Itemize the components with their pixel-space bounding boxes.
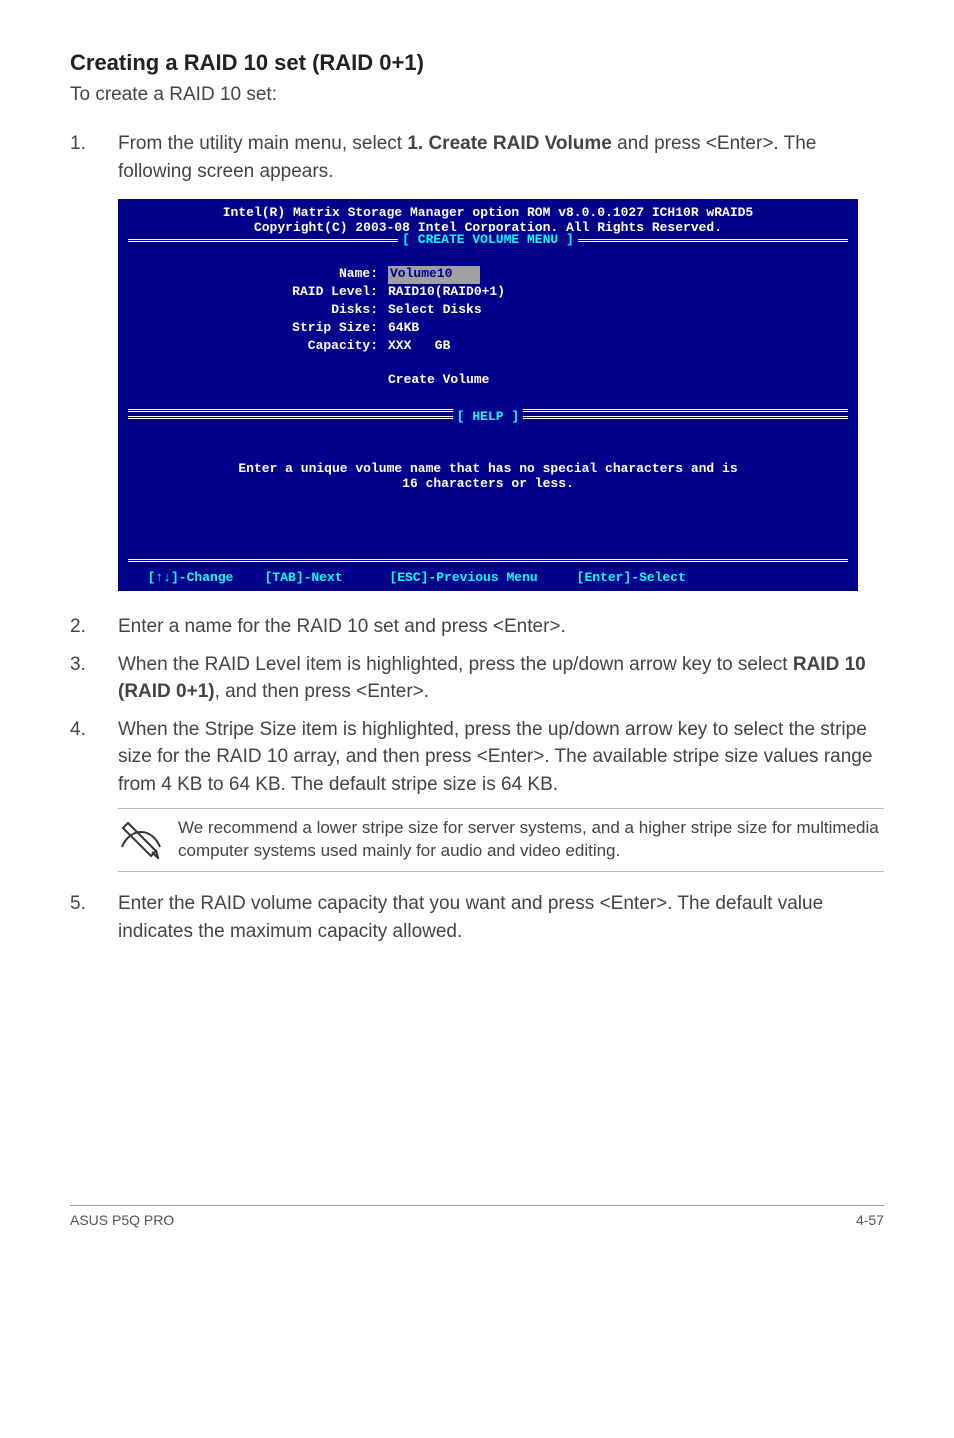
bios-help-panel: [ HELP ] Enter a unique volume name that…: [128, 416, 848, 562]
step-text: Enter a name for the RAID 10 set and pre…: [118, 613, 884, 641]
bios-help-title: [ HELP ]: [453, 409, 523, 424]
bios-create-volume-panel: [ CREATE VOLUME MENU ] Name: Volume10 RA…: [128, 239, 848, 412]
step-number: 2.: [70, 613, 118, 641]
step-text: When the RAID Level item is highlighted,…: [118, 654, 793, 675]
field-value-strip-size: 64KB: [388, 320, 419, 338]
step-text: Enter the RAID volume capacity that you …: [118, 890, 884, 945]
section-intro: To create a RAID 10 set:: [70, 84, 884, 106]
step-text: When the Stripe Size item is highlighted…: [118, 716, 884, 799]
note-block: We recommend a lower stripe size for ser…: [118, 808, 884, 872]
section-title: Creating a RAID 10 set (RAID 0+1): [70, 50, 884, 76]
bios-panel-title: [ CREATE VOLUME MENU ]: [398, 232, 578, 247]
step-4: 4. When the Stripe Size item is highligh…: [70, 716, 884, 799]
step-text: From the utility main menu, select: [118, 133, 407, 154]
step-number: 4.: [70, 716, 118, 799]
footer-left: ASUS P5Q PRO: [70, 1212, 174, 1228]
field-value-capacity: XXX GB: [388, 338, 450, 356]
field-value-disks: Select Disks: [388, 302, 482, 320]
step-1: 1. From the utility main menu, select 1.…: [70, 130, 884, 185]
note-text: We recommend a lower stripe size for ser…: [178, 817, 884, 863]
bios-help-text: 16 characters or less.: [138, 476, 838, 491]
step-number: 3.: [70, 651, 118, 706]
pencil-note-icon: [118, 817, 178, 859]
step-number: 5.: [70, 890, 118, 945]
bios-help-text: Enter a unique volume name that has no s…: [138, 461, 838, 476]
step-3: 3. When the RAID Level item is highlight…: [70, 651, 884, 706]
field-label-raid-level: RAID Level:: [128, 284, 388, 302]
field-label-strip-size: Strip Size:: [128, 320, 388, 338]
page-footer: ASUS P5Q PRO 4-57: [70, 1205, 884, 1228]
step-bold: 1. Create RAID Volume: [407, 133, 611, 154]
bios-title-line-1: Intel(R) Matrix Storage Manager option R…: [118, 205, 858, 220]
field-label-disks: Disks:: [128, 302, 388, 320]
step-2: 2. Enter a name for the RAID 10 set and …: [70, 613, 884, 641]
step-text: , and then press <Enter>.: [215, 681, 429, 702]
field-label-capacity: Capacity:: [128, 338, 388, 356]
step-number: 1.: [70, 130, 118, 185]
field-value-name[interactable]: Volume10: [388, 266, 480, 284]
footer-right: 4-57: [856, 1212, 884, 1228]
step-5: 5. Enter the RAID volume capacity that y…: [70, 890, 884, 945]
bios-create-volume-action: Create Volume: [128, 372, 848, 387]
field-value-raid-level: RAID10(RAID0+1): [388, 284, 505, 302]
bios-key-hints: [↑↓]-Change [TAB]-Next [ESC]-Previous Me…: [118, 568, 858, 591]
field-label-name: Name:: [128, 266, 388, 284]
bios-screen: Intel(R) Matrix Storage Manager option R…: [118, 199, 858, 591]
